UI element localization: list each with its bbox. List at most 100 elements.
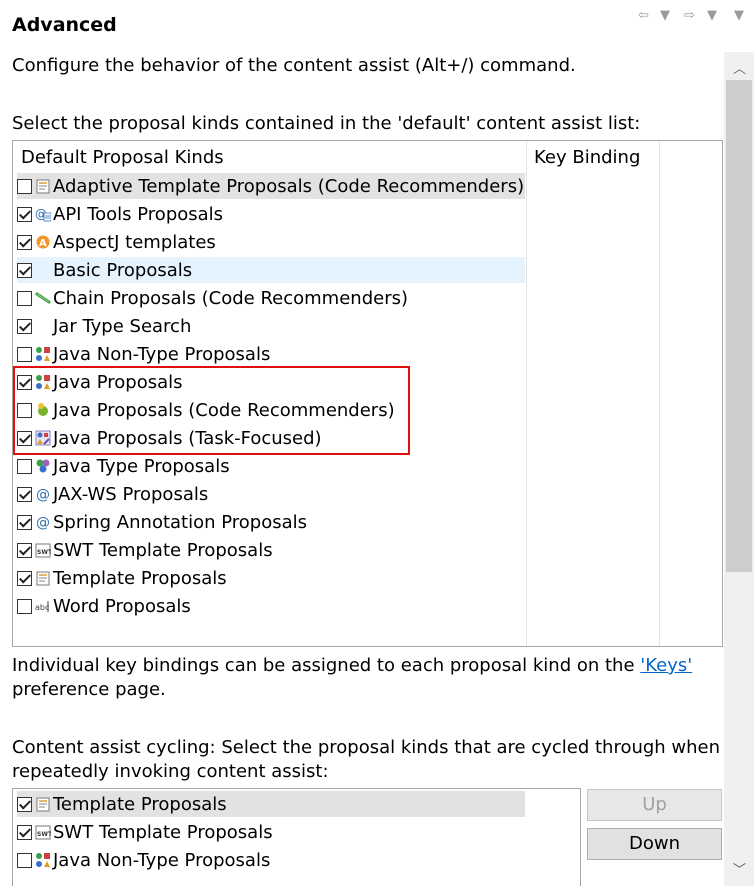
list-item-label: SWT Template Proposals (53, 821, 273, 843)
highlight-annotation (13, 366, 410, 455)
list-item-label: Basic Proposals (53, 259, 193, 281)
list-item-label: Adaptive Template Proposals (Code Recomm… (53, 175, 525, 197)
svg-text:SWT: SWT (37, 831, 51, 838)
list-item-label: Template Proposals (53, 567, 227, 589)
column-header-proposal-kinds[interactable]: Default Proposal Kinds (13, 141, 224, 175)
list-item[interactable]: SWT SWT Template Proposals (17, 819, 273, 845)
list-item[interactable]: Chain Proposals (Code Recommenders) (17, 285, 408, 311)
svg-text:@: @ (36, 515, 50, 530)
svg-text:@: @ (36, 487, 50, 502)
cycling-label-line2: repeatedly invoking content assist: (12, 761, 329, 782)
svg-text:abc: abc (35, 603, 49, 612)
key-binding-note-prefix: Individual key bindings can be assigned … (12, 655, 641, 676)
checkbox[interactable] (17, 290, 32, 306)
up-button[interactable]: Up (587, 789, 722, 821)
back-menu-button[interactable]: ▼ (660, 8, 670, 23)
checkbox[interactable] (17, 234, 32, 250)
scroll-thumb[interactable] (726, 80, 752, 572)
list-item[interactable]: Basic Proposals (17, 257, 525, 283)
java-shapes-icon (35, 852, 51, 868)
at-icon: @ (35, 514, 51, 530)
description-text: Configure the behavior of the content as… (12, 55, 576, 76)
list-item[interactable]: @ Spring Annotation Proposals (17, 509, 307, 535)
list-item[interactable]: Adaptive Template Proposals (Code Recomm… (17, 173, 525, 199)
forward-menu-button[interactable]: ▼ (707, 8, 717, 23)
template-icon (35, 796, 51, 812)
column-separator (659, 141, 660, 646)
swt-icon: SWT (35, 824, 51, 840)
checkbox[interactable] (17, 796, 32, 812)
page-title: Advanced (12, 14, 117, 36)
checkbox[interactable] (17, 206, 32, 222)
checkbox[interactable] (17, 514, 32, 530)
column-separator (526, 141, 527, 646)
list-item[interactable]: Template Proposals (17, 565, 227, 591)
key-binding-note: Individual key bindings can be assigned … (12, 654, 692, 678)
checkbox[interactable] (17, 598, 32, 614)
list-item[interactable]: @ JAX-WS Proposals (17, 481, 208, 507)
list-item-label: Word Proposals (53, 595, 191, 617)
list-item-label: Jar Type Search (53, 315, 192, 337)
checkbox[interactable] (17, 178, 32, 194)
list-item[interactable]: Java Type Proposals (17, 453, 230, 479)
vertical-scrollbar[interactable]: ︿ ﹀ (724, 52, 754, 886)
scroll-up-icon[interactable]: ︿ (733, 58, 746, 77)
list-item-label: Java Non-Type Proposals (53, 343, 271, 365)
list-item-label: API Tools Proposals (53, 203, 224, 225)
checkbox[interactable] (17, 318, 32, 334)
java-type-icon (35, 458, 51, 474)
aspectj-icon: A (35, 234, 51, 250)
checkbox[interactable] (17, 346, 32, 362)
back-button[interactable]: ⇦ (638, 8, 649, 23)
at-icon: @ (35, 486, 51, 502)
key-binding-note-suffix: preference page. (12, 679, 166, 700)
checkbox[interactable] (17, 824, 32, 840)
cycling-label-line1: Content assist cycling: Select the propo… (12, 737, 721, 758)
list-item-label: Chain Proposals (Code Recommenders) (53, 287, 408, 309)
checkbox[interactable] (17, 262, 32, 278)
forward-arrow-icon: ⇨ (684, 8, 695, 23)
down-button[interactable]: Down (587, 828, 722, 860)
keys-link[interactable]: 'Keys' (640, 655, 692, 676)
list-item[interactable]: abc Word Proposals (17, 593, 191, 619)
checkbox[interactable] (17, 486, 32, 502)
list-item[interactable]: Java Non-Type Proposals (17, 341, 270, 367)
scroll-down-icon[interactable]: ﹀ (733, 859, 746, 878)
template-icon (35, 570, 51, 586)
select-label: Select the proposal kinds contained in t… (12, 113, 641, 134)
list-item[interactable]: Jar Type Search (17, 313, 191, 339)
chevron-down-icon: ▼ (660, 8, 670, 23)
list-item-label: AspectJ templates (53, 231, 216, 253)
back-arrow-icon: ⇦ (638, 8, 649, 23)
list-item[interactable]: Java Non-Type Proposals (17, 847, 270, 873)
blank-icon (35, 262, 51, 278)
swt-icon: SWT (35, 542, 51, 558)
list-item[interactable]: Template Proposals (17, 791, 525, 817)
forward-button[interactable]: ⇨ (684, 8, 695, 23)
list-item[interactable]: @ API Tools Proposals (17, 201, 223, 227)
blank-icon (35, 318, 51, 334)
chevron-down-icon: ▼ (707, 8, 717, 23)
svg-text:A: A (39, 238, 47, 249)
list-item-label: Template Proposals (53, 793, 227, 815)
checkbox[interactable] (17, 852, 32, 868)
view-menu-button[interactable]: ▼ (734, 8, 744, 23)
list-item-label: Spring Annotation Proposals (53, 511, 308, 533)
list-item-label: SWT Template Proposals (53, 539, 273, 561)
word-icon: abc (35, 598, 51, 614)
checkbox[interactable] (17, 458, 32, 474)
cycling-proposal-list[interactable]: Template Proposals SWT SWT Template Propos… (12, 788, 581, 886)
java-shapes-icon (35, 346, 51, 362)
list-item[interactable]: SWT SWT Template Proposals (17, 537, 273, 563)
checkbox[interactable] (17, 542, 32, 558)
list-item-label: JAX-WS Proposals (53, 483, 209, 505)
list-item[interactable]: A AspectJ templates (17, 229, 216, 255)
list-item-label: Java Non-Type Proposals (53, 849, 271, 871)
checkbox[interactable] (17, 570, 32, 586)
svg-text:SWT: SWT (37, 549, 51, 556)
chevron-down-icon: ▼ (734, 8, 744, 23)
api-tools-icon: @ (35, 206, 51, 222)
column-header-key-binding[interactable]: Key Binding (526, 141, 640, 175)
chain-icon (35, 290, 51, 306)
title-bar: Advanced ⇦ ▼ ⇨ ▼ ▼ (0, 0, 754, 50)
